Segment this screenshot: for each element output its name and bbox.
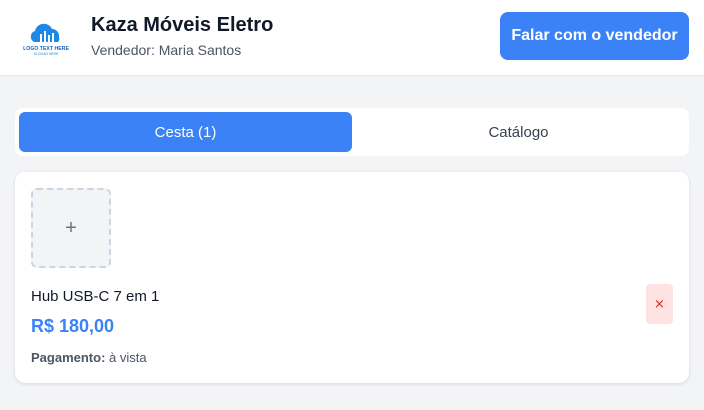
store-logo: LOGO TEXT HERE SLOGAN HERE [20, 18, 72, 58]
store-name: Kaza Móveis Eletro [91, 14, 274, 36]
logo-slogan: SLOGAN HERE [34, 52, 59, 56]
tab-cart[interactable]: Cesta (1) [19, 112, 352, 152]
tab-bar: Cesta (1) Catálogo [15, 108, 689, 156]
seller-name: Maria Santos [158, 42, 242, 58]
payment-info: Pagamento: à vista [31, 350, 147, 365]
remove-item-button[interactable]: × [646, 284, 673, 324]
app-header: LOGO TEXT HERE SLOGAN HERE Kaza Móveis E… [0, 0, 704, 76]
contact-seller-button[interactable]: Falar com o vendedor [500, 12, 689, 60]
cloud-logo-icon: LOGO TEXT HERE SLOGAN HERE [23, 23, 69, 56]
product-name: Hub USB-C 7 em 1 [31, 288, 160, 305]
cart-item-card: + Hub USB-C 7 em 1 R$ 180,00 Pagamento: … [15, 172, 689, 383]
seller-label: Vendedor: [91, 42, 155, 58]
payment-label: Pagamento: [31, 350, 106, 365]
payment-value: à vista [109, 350, 147, 365]
tab-catalog[interactable]: Catálogo [352, 112, 685, 152]
plus-icon: + [65, 216, 77, 239]
seller-info: Vendedor: Maria Santos [91, 42, 241, 58]
product-price: R$ 180,00 [31, 316, 115, 336]
close-icon: × [654, 296, 665, 312]
add-image-placeholder[interactable]: + [31, 188, 111, 268]
